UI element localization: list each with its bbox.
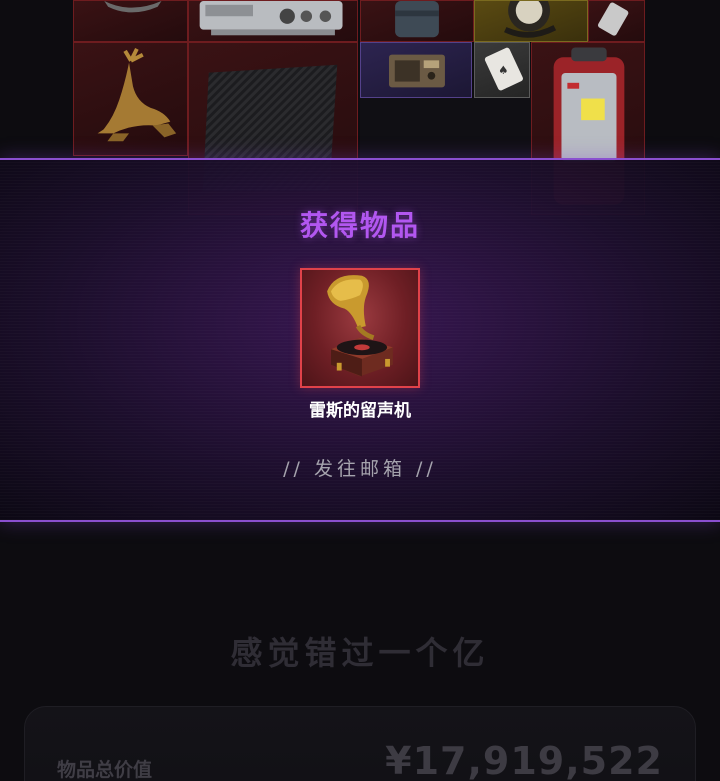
deer-statue-icon xyxy=(97,48,177,142)
send-to-mailbox-button[interactable]: // 发往邮箱 // xyxy=(260,454,460,484)
gramophone-icon xyxy=(327,275,393,377)
drive-icon xyxy=(597,2,629,36)
radio-icon xyxy=(389,54,445,88)
machine-icon xyxy=(199,1,343,36)
inventory-slot[interactable]: ♠ xyxy=(474,42,530,98)
total-value-amount: ¥17,919,522 xyxy=(385,739,663,781)
total-value-label: 物品总价值 xyxy=(57,759,153,781)
reward-item-name: 雷斯的留声机 xyxy=(309,401,411,421)
helmet-icon xyxy=(104,1,162,13)
total-value-panel: 物品总价值 ¥17,919,522 xyxy=(24,706,696,781)
reward-banner: 获得物品 雷斯的留声机 // 发往邮箱 // xyxy=(0,158,720,522)
canister-icon xyxy=(395,1,439,38)
inventory-slot[interactable] xyxy=(474,0,588,42)
inventory-slot[interactable] xyxy=(360,0,474,42)
inventory-slot[interactable] xyxy=(588,0,645,42)
watch-icon xyxy=(504,1,557,38)
inventory-slot[interactable] xyxy=(188,0,358,42)
svg-text:♠: ♠ xyxy=(498,63,508,77)
inventory-slot[interactable] xyxy=(73,42,188,156)
slogan-text: 感觉错过一个亿 xyxy=(230,634,490,672)
reward-title: 获得物品 xyxy=(299,209,420,242)
inventory-slot[interactable] xyxy=(73,0,188,42)
playing-card-icon: ♠ xyxy=(484,47,523,91)
inventory-slot[interactable] xyxy=(360,42,472,98)
reward-item-card[interactable] xyxy=(300,268,420,388)
